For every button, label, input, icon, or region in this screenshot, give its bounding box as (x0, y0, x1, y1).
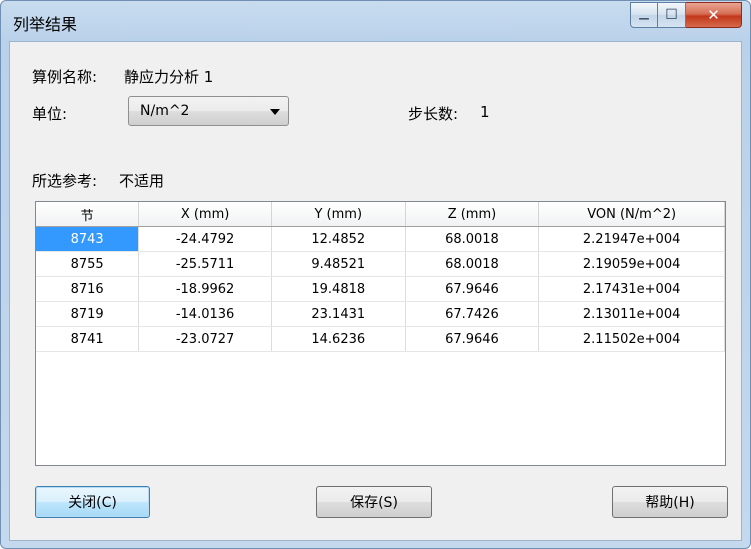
selected-reference-label: 所选参考: (32, 172, 98, 190)
table-cell[interactable]: 2.11502e+004 (538, 326, 725, 352)
minimize-icon: — (638, 11, 650, 25)
window-controls: — ☐ ✕ (630, 2, 742, 28)
column-header-von[interactable]: VON (N/m^2) (538, 202, 725, 227)
step-count-value: 1 (480, 103, 490, 121)
study-name-label: 算例名称: (32, 68, 98, 86)
minimize-button[interactable]: — (630, 2, 658, 28)
table-row[interactable]: 8719 -14.0136 23.1431 67.7426 2.13011e+0… (36, 301, 725, 327)
close-button[interactable]: 关闭(C) (35, 486, 150, 518)
table-cell[interactable]: 2.19059e+004 (538, 251, 725, 277)
column-header-node[interactable]: 节 (36, 202, 140, 227)
table-row[interactable]: 8716 -18.9962 19.4818 67.9646 2.17431e+0… (36, 276, 725, 302)
table-cell[interactable]: 23.1431 (271, 301, 406, 327)
table-cell[interactable]: 2.21947e+004 (538, 226, 725, 252)
step-count-label: 步长数: (408, 105, 459, 123)
title-bar[interactable]: 列举结果 — ☐ ✕ (1, 1, 750, 41)
table-cell[interactable]: 8741 (36, 326, 140, 352)
table-cell[interactable]: 8716 (36, 276, 140, 302)
table-cell[interactable]: 8743 (36, 226, 140, 252)
table-cell[interactable]: 12.4852 (271, 226, 406, 252)
table-header-row: 节 X (mm) Y (mm) Z (mm) VON (N/m^2) (36, 202, 725, 227)
table-cell[interactable]: 8719 (36, 301, 140, 327)
table-cell[interactable]: 8755 (36, 251, 140, 277)
table-cell[interactable]: 67.9646 (405, 276, 540, 302)
chevron-down-icon (270, 109, 280, 115)
close-icon: ✕ (707, 6, 720, 24)
table-cell[interactable]: 68.0018 (405, 251, 540, 277)
column-header-z[interactable]: Z (mm) (405, 202, 540, 227)
table-cell[interactable]: -25.5711 (138, 251, 272, 277)
table-cell[interactable]: 2.13011e+004 (538, 301, 725, 327)
table-cell[interactable]: -14.0136 (138, 301, 272, 327)
table-cell[interactable]: -24.4792 (138, 226, 272, 252)
table-cell[interactable]: 14.6236 (271, 326, 406, 352)
dialog-body: 算例名称: 静应力分析 1 单位: N/m^2 步长数: 1 所选参考: 不适用… (9, 41, 742, 541)
study-name-value: 静应力分析 1 (124, 68, 214, 86)
table-cell[interactable]: -23.0727 (138, 326, 272, 352)
table-cell[interactable]: 68.0018 (405, 226, 540, 252)
column-header-x[interactable]: X (mm) (138, 202, 272, 227)
table-cell[interactable]: 19.4818 (271, 276, 406, 302)
table-cell[interactable]: 67.9646 (405, 326, 540, 352)
table-row[interactable]: 8743 -24.4792 12.4852 68.0018 2.21947e+0… (36, 226, 725, 252)
table-row[interactable]: 8755 -25.5711 9.48521 68.0018 2.19059e+0… (36, 251, 725, 277)
close-window-button[interactable]: ✕ (686, 2, 742, 28)
table-cell[interactable]: 9.48521 (271, 251, 406, 277)
results-table[interactable]: 节 X (mm) Y (mm) Z (mm) VON (N/m^2) 8743 … (35, 201, 726, 466)
column-header-y[interactable]: Y (mm) (271, 202, 406, 227)
maximize-icon: ☐ (665, 7, 678, 23)
table-cell[interactable]: 2.17431e+004 (538, 276, 725, 302)
table-cell[interactable]: -18.9962 (138, 276, 272, 302)
maximize-button[interactable]: ☐ (658, 2, 686, 28)
unit-dropdown[interactable]: N/m^2 (128, 96, 289, 126)
table-row[interactable]: 8741 -23.0727 14.6236 67.9646 2.11502e+0… (36, 326, 725, 352)
window-title: 列举结果 (13, 15, 78, 34)
table-cell[interactable]: 67.7426 (405, 301, 540, 327)
dialog-window: 列举结果 — ☐ ✕ 算例名称: 静应力分析 1 单位: N/m^2 步长数: … (0, 0, 751, 549)
unit-dropdown-value: N/m^2 (140, 103, 190, 119)
help-button[interactable]: 帮助(H) (612, 486, 728, 518)
save-button[interactable]: 保存(S) (316, 486, 432, 518)
selected-reference-value: 不适用 (119, 172, 165, 190)
unit-label: 单位: (32, 105, 68, 123)
